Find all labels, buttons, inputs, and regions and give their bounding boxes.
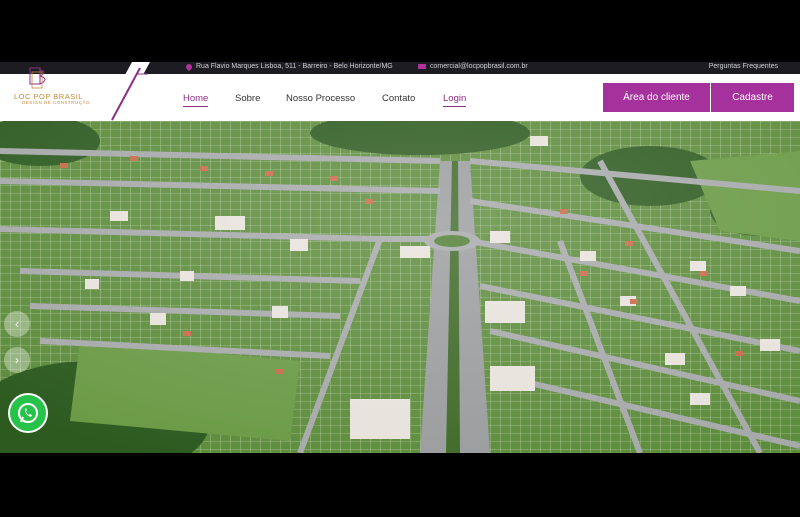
address-info: Rua Flavio Marques Lisboa, 511 - Barreir… <box>184 62 393 71</box>
brand-logo[interactable]: LOC POP BRASIL DESIGN DE CONSTRUÇÃO <box>0 62 150 121</box>
whatsapp-icon <box>18 403 38 423</box>
nav-home[interactable]: Home <box>183 93 209 107</box>
nav-contato[interactable]: Contato <box>382 93 415 104</box>
nav-sobre[interactable]: Sobre <box>235 93 260 104</box>
brand-tagline: DESIGN DE CONSTRUÇÃO <box>22 100 91 105</box>
map-pin-icon <box>184 62 194 71</box>
slider-next-button[interactable]: › <box>4 347 30 373</box>
chevron-right-icon: › <box>15 353 19 367</box>
address-text: Rua Flavio Marques Lisboa, 511 - Barreir… <box>196 63 393 70</box>
email-info[interactable]: comercial@locpopbrasil.com.br <box>418 63 528 70</box>
email-link[interactable]: comercial@locpopbrasil.com.br <box>430 63 528 70</box>
cadastre-button[interactable]: Cadastre <box>711 83 794 112</box>
chevron-left-icon: ‹ <box>15 317 19 331</box>
whatsapp-button[interactable] <box>8 393 48 433</box>
website-frame: Rua Flavio Marques Lisboa, 511 - Barreir… <box>0 62 800 453</box>
slider-prev-button[interactable]: ‹ <box>4 311 30 337</box>
nav-login[interactable]: Login <box>443 93 467 107</box>
faq-link[interactable]: Perguntas Frequentes <box>709 63 778 70</box>
area-cliente-button[interactable]: Área do cliente <box>603 83 710 112</box>
aerial-subdivision-render <box>0 121 800 453</box>
envelope-icon <box>418 64 426 69</box>
hero-image: ‹ › <box>0 121 800 453</box>
nav-processo[interactable]: Nosso Processo <box>286 93 355 104</box>
